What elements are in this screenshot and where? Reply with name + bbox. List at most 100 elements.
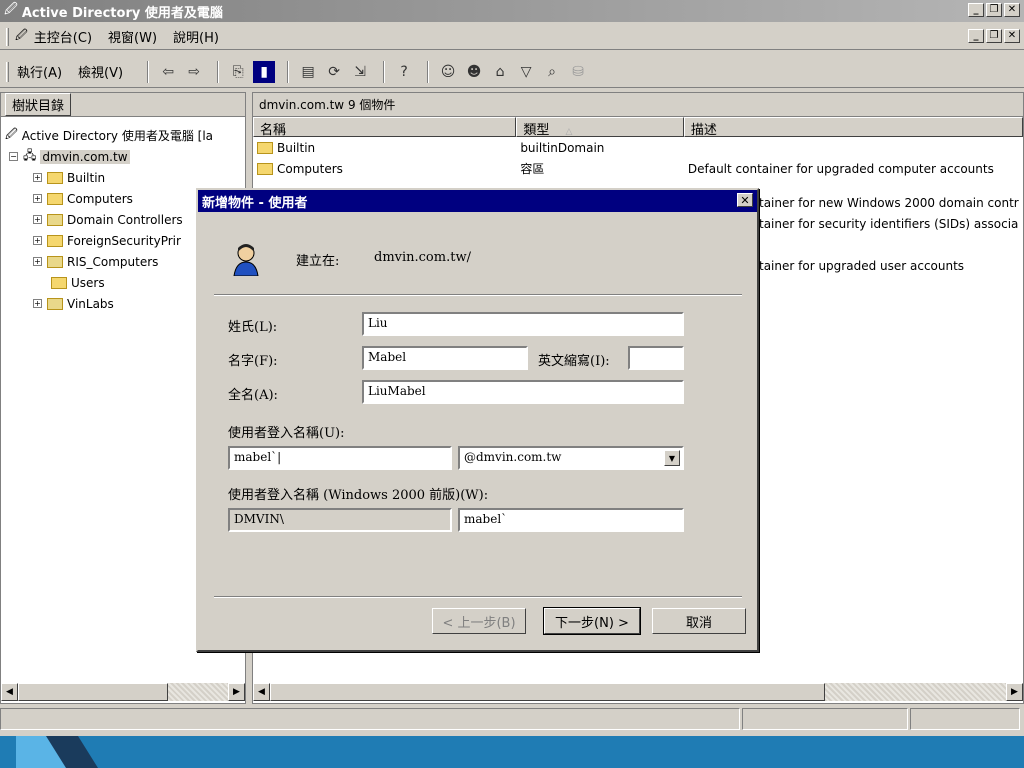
forward-arrow-icon[interactable]: ⇨ (183, 61, 205, 83)
expand-icon[interactable]: + (33, 215, 42, 224)
cancel-button[interactable]: 取消 (652, 608, 746, 634)
pre2000-logon-label: 使用者登入名稱 (Windows 2000 前版)(W): (228, 488, 489, 503)
list-hscrollbar[interactable]: ◀ ▶ (253, 683, 1023, 701)
menu-action[interactable]: 執行(A) (17, 62, 62, 81)
menu-view[interactable]: 檢視(V) (78, 62, 123, 81)
refresh-icon[interactable]: ⟳ (323, 61, 345, 83)
new-user-dialog: 新增物件 - 使用者 ✕ 建立在: dmvin.com.tw/ 姓氏(L): L… (196, 188, 759, 652)
last-name-field[interactable]: Liu (362, 312, 684, 336)
expand-icon[interactable]: + (33, 236, 42, 245)
create-in-value: dmvin.com.tw/ (374, 250, 471, 265)
column-name[interactable]: 名稱 (253, 117, 517, 138)
minimize-button[interactable]: _ (968, 3, 984, 17)
expand-icon[interactable]: + (33, 257, 42, 266)
sort-ascending-icon: △ (565, 127, 573, 137)
tree-item[interactable]: + Builtin (1, 167, 245, 188)
add-to-group-icon[interactable]: ⛁ (567, 61, 589, 83)
tree-header: 樹狀目錄 (5, 93, 72, 116)
new-ou-icon[interactable]: ⌂ (489, 61, 511, 83)
ou-folder-icon (47, 255, 63, 268)
export-list-icon[interactable]: ⇲ (349, 61, 371, 83)
domain-suffix-value: @dmvin.com.tw (464, 450, 562, 464)
full-name-field[interactable]: LiuMabel (362, 380, 684, 404)
next-button[interactable]: 下一步(N) > (543, 607, 641, 635)
scroll-left-icon[interactable]: ◀ (1, 683, 18, 701)
dialog-close-button[interactable]: ✕ (737, 193, 753, 207)
folder-icon (51, 276, 67, 289)
close-button[interactable]: ✕ (1004, 3, 1020, 17)
tree-item-label: Builtin (67, 170, 106, 185)
list-row[interactable]: Computers 容區 Default container for upgra… (253, 158, 1023, 179)
domain-prefix-field: DMVIN\ (228, 508, 452, 532)
menu-console[interactable]: 主控台(C) (34, 27, 92, 46)
domain-icon: 🖧 (23, 148, 37, 162)
up-folder-icon[interactable]: ⎘ (227, 61, 249, 83)
menu-window[interactable]: 視窗(W) (108, 27, 157, 46)
list-row[interactable]: Builtin builtinDomain (253, 137, 1023, 158)
initials-field[interactable] (628, 346, 684, 370)
partial-description: tainer for security identifiers (SIDs) a… (759, 217, 1019, 231)
slide-footer (0, 736, 1024, 768)
expand-icon[interactable]: + (33, 173, 42, 182)
tree-item-label: ForeignSecurityPrir (67, 233, 181, 248)
menu-help[interactable]: 說明(H) (173, 27, 219, 46)
collapse-icon[interactable]: − (9, 152, 18, 161)
expand-icon[interactable]: + (33, 194, 42, 203)
ad-icon: 🖉 (5, 127, 18, 141)
pre2000-logon-field[interactable]: mabel` (458, 508, 684, 532)
properties-icon[interactable]: ▤ (297, 61, 319, 83)
menubar: 🖉 主控台(C) 視窗(W) 說明(H) _ ❐ ✕ (0, 24, 1024, 50)
folder-icon (47, 234, 63, 247)
tree-domain[interactable]: − 🖧 dmvin.com.tw (1, 146, 245, 167)
child-close-button[interactable]: ✕ (1004, 29, 1020, 43)
tree-root[interactable]: 🖉 Active Directory 使用者及電腦 [la (1, 125, 245, 146)
slide-decoration (16, 736, 98, 768)
column-description[interactable]: 描述 (683, 117, 1023, 138)
new-user-icon[interactable]: ☺ (437, 61, 459, 83)
help-icon[interactable]: ? (393, 61, 415, 83)
partial-description: tainer for new Windows 2000 domain contr (759, 196, 1019, 210)
back-arrow-icon[interactable]: ⇦ (157, 61, 179, 83)
toolbar: 執行(A) 檢視(V) ⇦ ⇨ ⎘ ▮ ▤ ⟳ ⇲ ? ☺ ☻ ⌂ ▽ ⌕ ⛁ (0, 56, 1024, 88)
expand-icon[interactable]: + (33, 299, 42, 308)
scroll-right-icon[interactable]: ▶ (228, 683, 245, 701)
folder-icon (257, 162, 273, 175)
filter-icon[interactable]: ▽ (515, 61, 537, 83)
logon-name-label: 使用者登入名稱(U): (228, 426, 345, 441)
find-icon[interactable]: ⌕ (541, 61, 563, 83)
tree-item-label: Domain Controllers (67, 212, 183, 227)
tree-hscrollbar[interactable]: ◀ ▶ (1, 683, 245, 701)
ou-folder-icon (47, 213, 63, 226)
user-icon (233, 244, 259, 276)
first-name-field[interactable]: Mabel (362, 346, 528, 370)
tree-item-label: Computers (67, 191, 133, 206)
tree-item-label: Users (71, 275, 105, 290)
tree-root-label: Active Directory 使用者及電腦 [la (21, 129, 214, 143)
create-in-label: 建立在: (296, 254, 340, 269)
folder-icon (257, 141, 273, 154)
folder-icon (47, 171, 63, 184)
chevron-down-icon[interactable]: ▼ (664, 450, 680, 466)
restore-button[interactable]: ❐ (986, 3, 1002, 17)
domain-suffix-select[interactable]: @dmvin.com.tw ▼ (458, 446, 684, 470)
child-restore-button[interactable]: ❐ (986, 29, 1002, 43)
dialog-title: 新增物件 - 使用者 (202, 195, 308, 211)
tree-domain-label: dmvin.com.tw (40, 149, 130, 164)
show-tree-icon[interactable]: ▮ (253, 60, 276, 83)
tree-item-label: RIS_Computers (67, 254, 159, 269)
logon-name-field[interactable]: mabel`| (228, 446, 452, 470)
dialog-titlebar: 新增物件 - 使用者 ✕ (198, 190, 757, 212)
tree-item-label: VinLabs (67, 296, 114, 311)
new-group-icon[interactable]: ☻ (463, 61, 485, 83)
initials-label: 英文縮寫(I): (538, 354, 610, 369)
scroll-right-icon[interactable]: ▶ (1006, 683, 1023, 701)
child-minimize-button[interactable]: _ (968, 29, 984, 43)
first-name-label: 名字(F): (228, 354, 278, 369)
partial-description: tainer for upgraded user accounts (759, 259, 965, 273)
mmc-icon: 🖉 (4, 2, 18, 17)
status-bar (0, 708, 1024, 732)
column-type[interactable]: 類型 △ (516, 117, 684, 138)
back-button[interactable]: < 上一步(B) (432, 608, 526, 634)
scroll-left-icon[interactable]: ◀ (253, 683, 270, 701)
window-title: Active Directory 使用者及電腦 (21, 5, 223, 21)
